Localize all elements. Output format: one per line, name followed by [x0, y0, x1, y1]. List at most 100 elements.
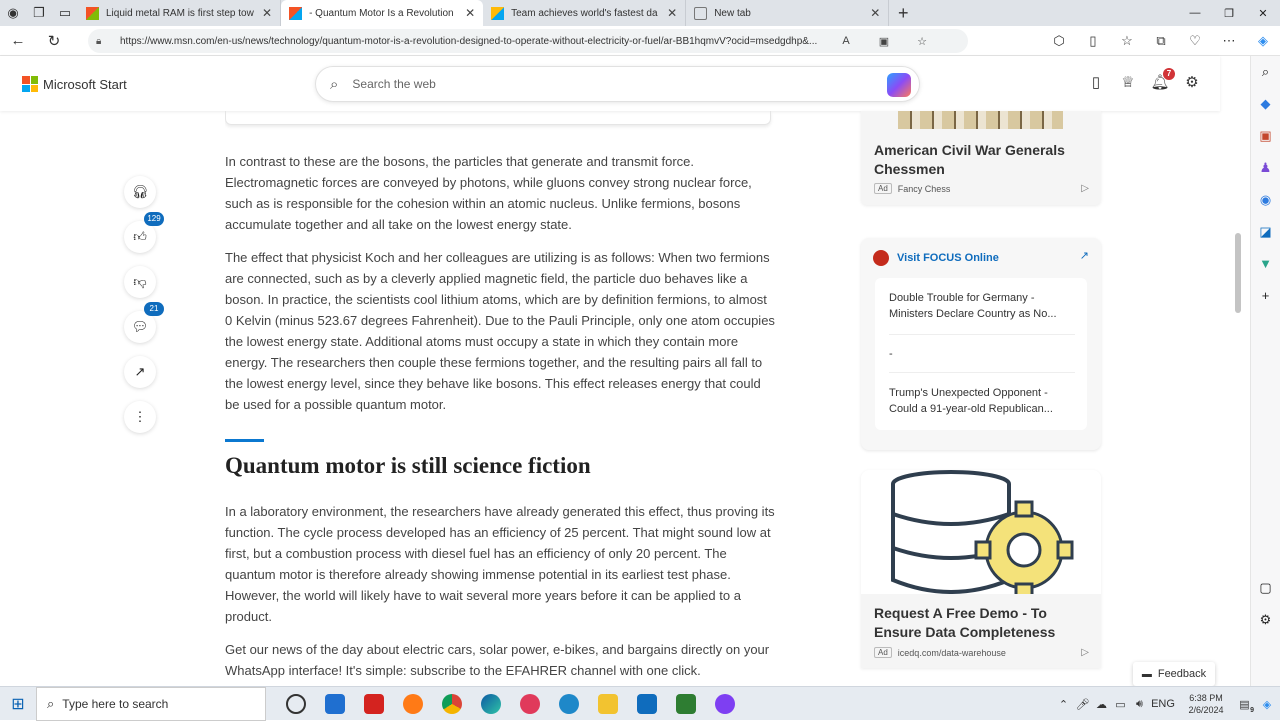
comment-count: 21 — [144, 302, 164, 316]
vpn-app-icon[interactable] — [549, 687, 588, 721]
search-icon[interactable]: ⌕ — [1251, 56, 1280, 88]
window-controls: — ❐ ✕ — [1178, 0, 1280, 26]
lock-icon[interactable]: 🔒︎ — [96, 36, 110, 47]
add-icon[interactable]: + — [1251, 280, 1280, 312]
news-link[interactable]: - — [889, 346, 1069, 362]
acrobat-app-icon[interactable] — [354, 687, 393, 721]
copilot-taskbar-icon[interactable]: ◈ — [1254, 698, 1280, 711]
notifications-bell-icon[interactable]: 🔔︎ 7 — [1150, 68, 1175, 93]
listen-headphones-icon[interactable]: 🎧︎ — [124, 176, 156, 208]
news-link[interactable]: Trump's Unexpected Opponent - Could a 91… — [889, 385, 1069, 417]
outlook-app-icon[interactable] — [627, 687, 666, 721]
taskbar-search[interactable]: ⌕ Type here to search — [36, 686, 266, 721]
drop-icon[interactable]: ▼ — [1251, 248, 1280, 280]
chat-app-icon[interactable] — [276, 687, 315, 721]
external-link-icon[interactable]: ↗ — [1080, 249, 1089, 262]
read-aloud-icon[interactable]: A — [834, 35, 858, 47]
firefox-app-icon[interactable] — [393, 687, 432, 721]
file-explorer-app-icon[interactable] — [588, 687, 627, 721]
store-app-icon[interactable] — [315, 687, 354, 721]
microsoft-start-logo[interactable]: Microsoft Start — [22, 76, 127, 92]
comment-icon[interactable]: 💬︎ 21 — [124, 302, 164, 343]
notification-center-icon[interactable]: ▤ 9 — [1235, 698, 1254, 714]
feedback-button[interactable]: ▬ Feedback — [1133, 662, 1215, 686]
clock[interactable]: 6:38 PM 2/6/2024 — [1177, 692, 1235, 716]
split-screen-icon[interactable]: ▯ — [1076, 33, 1110, 49]
url-bar[interactable]: 🔒︎ https://www.msn.com/en-us/news/techno… — [88, 29, 968, 53]
close-tab-icon[interactable]: ✕ — [262, 6, 272, 20]
tab-new-tab[interactable]: New tab ✕ — [686, 0, 890, 26]
close-tab-icon[interactable]: ✕ — [465, 6, 475, 20]
focus-header[interactable]: Visit FOCUS Online — [873, 250, 999, 266]
microsoft365-icon[interactable]: ◉ — [1251, 184, 1280, 216]
browser-tab-strip: ◉ ❐ ▭ Liquid metal RAM is first step tow… — [0, 0, 1280, 26]
copilot-icon[interactable]: ◈ — [1246, 33, 1280, 49]
extensions-icon[interactable]: ⬡ — [1042, 33, 1076, 49]
scrollbar-thumb[interactable] — [1235, 233, 1241, 313]
network-icon[interactable]: ▭ — [1111, 698, 1130, 711]
adchoices-icon[interactable]: ▷ — [1081, 183, 1089, 194]
new-tab-plus-icon[interactable]: + — [889, 0, 917, 26]
edge-sidebar: ⌕ ◆ ▣ ♟ ◉ ◪ ▼ + ▢ ⚙ — [1250, 56, 1280, 686]
search-box[interactable]: ⌕ Search the web — [315, 66, 920, 102]
page-scrollbar[interactable] — [1235, 111, 1241, 686]
divider — [889, 334, 1075, 335]
news-link[interactable]: Double Trouble for Germany - Ministers D… — [889, 290, 1069, 322]
minimize-icon[interactable]: — — [1178, 0, 1212, 26]
app-available-icon[interactable]: ▣ — [872, 35, 896, 48]
profile-icon[interactable]: ◉ — [0, 0, 26, 26]
browser-essentials-icon[interactable]: ♡ — [1178, 33, 1212, 49]
shopping-icon[interactable]: ◆ — [1251, 88, 1280, 120]
settings-gear-icon[interactable]: ⚙ — [1182, 73, 1202, 93]
favorite-star-icon[interactable]: ☆ — [910, 35, 934, 48]
favorites-icon[interactable]: ☆ — [1110, 33, 1144, 49]
copilot-icon[interactable] — [887, 73, 911, 97]
divider — [889, 372, 1075, 373]
games-icon[interactable]: ♟ — [1251, 152, 1280, 184]
close-tab-icon[interactable]: ✕ — [870, 6, 880, 20]
more-options-icon[interactable]: ⋮ — [124, 401, 156, 433]
sidebar-spacer — [1251, 312, 1280, 572]
tools-icon[interactable]: ▣ — [1251, 120, 1280, 152]
other-app-icon[interactable] — [705, 687, 744, 721]
windows-start-icon[interactable]: ⊞ — [0, 694, 36, 714]
show-hidden-icons-icon[interactable]: ⌃ — [1054, 698, 1073, 711]
rewards-icon[interactable]: ♕ — [1118, 73, 1138, 93]
tab-liquid-metal[interactable]: Liquid metal RAM is first step tow ✕ — [78, 0, 282, 26]
tab-actions-icon[interactable]: ▭ — [52, 0, 78, 26]
hide-sidebar-icon[interactable]: ▢ — [1251, 572, 1280, 604]
dislike-thumbs-down-icon[interactable]: 👎︎ — [124, 266, 156, 298]
article-paragraph: The effect that physicist Koch and her c… — [225, 250, 775, 412]
recorder-app-icon[interactable] — [510, 687, 549, 721]
section-heading: Quantum motor is still science fiction — [225, 453, 591, 478]
outlook-icon[interactable]: ◪ — [1251, 216, 1280, 248]
tab-team-achieves[interactable]: Team achieves world's fastest da ✕ — [483, 0, 687, 26]
workspaces-icon[interactable]: ❐ — [26, 0, 52, 26]
close-window-icon[interactable]: ✕ — [1246, 0, 1280, 26]
sidebar-settings-icon[interactable]: ⚙ — [1251, 604, 1280, 636]
like-thumbs-up-icon[interactable]: 👍︎ 129 — [124, 212, 164, 253]
onedrive-icon[interactable]: ☁ — [1092, 698, 1111, 711]
collections-icon[interactable]: ⧉ — [1144, 33, 1178, 49]
chrome-app-icon[interactable] — [432, 687, 471, 721]
ad-card-chess[interactable]: American Civil War Generals Chessmen Ad … — [861, 111, 1101, 205]
more-menu-icon[interactable]: ⋯ — [1212, 33, 1246, 49]
share-icon[interactable]: ↗ — [124, 356, 156, 388]
back-icon[interactable]: ← — [0, 32, 36, 49]
ad-card-icedq[interactable]: Request A Free Demo - To Ensure Data Com… — [861, 470, 1101, 668]
search-icon: ⌕ — [330, 75, 339, 93]
nvidia-app-icon[interactable] — [666, 687, 705, 721]
microphone-icon[interactable]: 🎤︎ — [1073, 698, 1092, 711]
tab-quantum-motor[interactable]: - Quantum Motor Is a Revolution ✕ — [281, 0, 484, 26]
volume-icon[interactable]: 🔊︎ — [1130, 698, 1149, 711]
notification-badge: 7 — [1163, 68, 1175, 80]
phone-icon[interactable]: ▯ — [1086, 73, 1106, 93]
refresh-icon[interactable]: ↻ — [36, 32, 72, 50]
browser-tools: ⬡ ▯ ☆ ⧉ ♡ ⋯ ◈ — [1042, 26, 1280, 56]
msn-favicon-icon — [491, 6, 505, 20]
language-indicator[interactable]: ENG — [1149, 698, 1177, 710]
maximize-icon[interactable]: ❐ — [1212, 0, 1246, 26]
close-tab-icon[interactable]: ✕ — [667, 6, 677, 20]
edge-app-icon[interactable] — [471, 687, 510, 721]
adchoices-icon[interactable]: ▷ — [1081, 647, 1089, 658]
